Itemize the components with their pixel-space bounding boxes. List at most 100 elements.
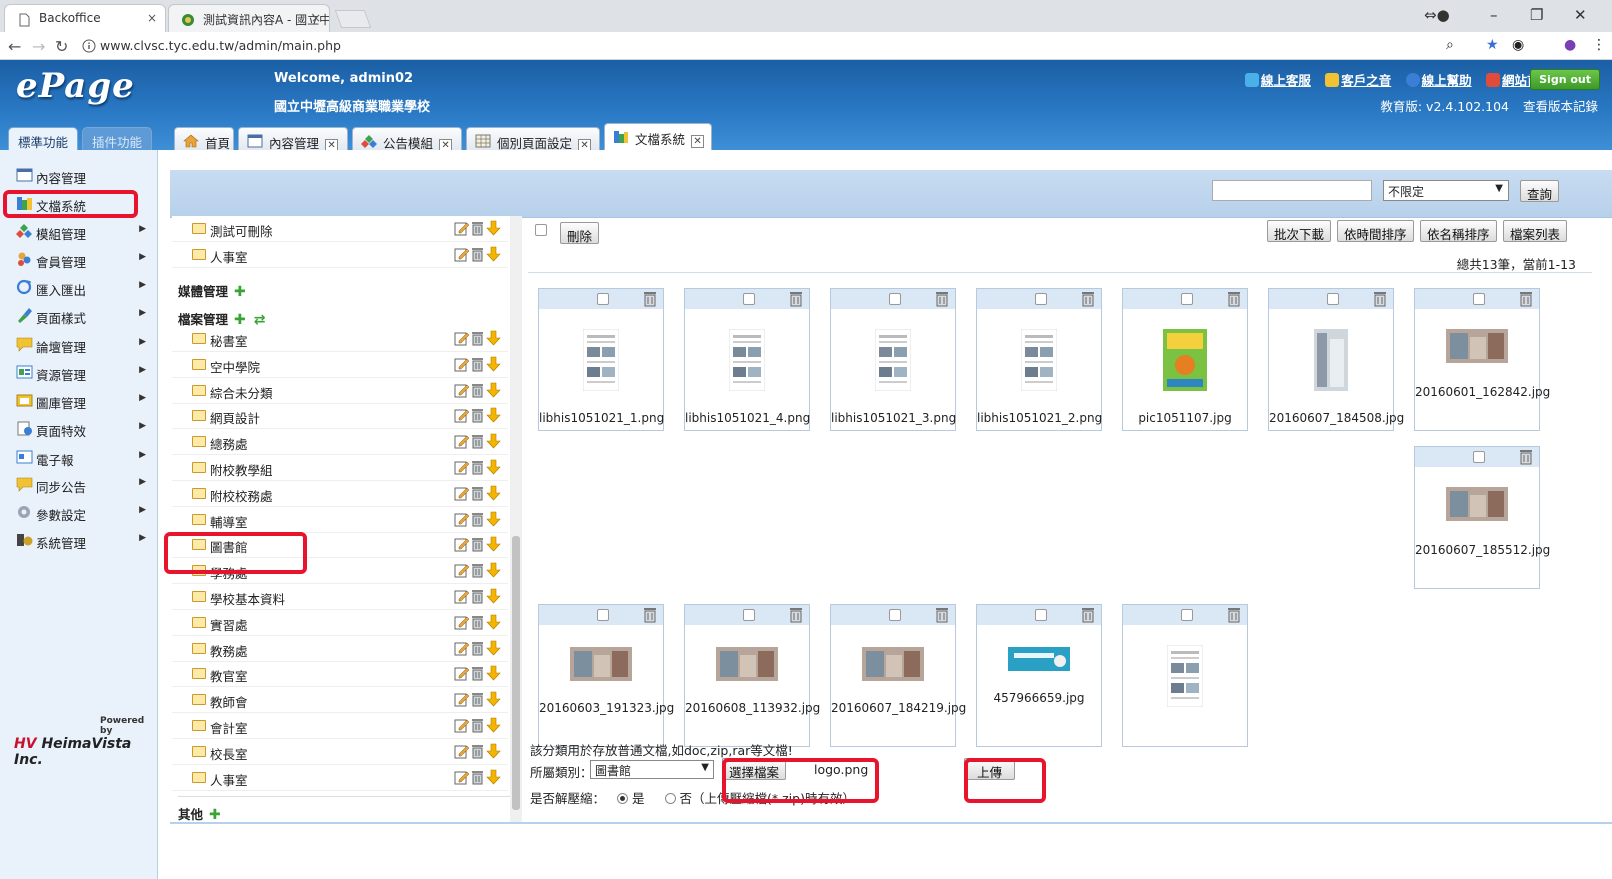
edit-icon[interactable] bbox=[454, 562, 469, 578]
move-down-icon[interactable] bbox=[486, 407, 501, 423]
file-card[interactable]: pic1051107.jpg bbox=[1122, 288, 1248, 431]
nav-item-page-effects[interactable]: 頁面特效 ▶ bbox=[16, 417, 154, 443]
trash-icon[interactable] bbox=[470, 562, 485, 578]
edit-icon[interactable] bbox=[454, 769, 469, 785]
trash-icon[interactable] bbox=[470, 511, 485, 527]
tab-plugin-functions[interactable]: 插件功能 bbox=[82, 127, 153, 151]
file-checkbox[interactable] bbox=[1473, 293, 1485, 305]
trash-icon[interactable] bbox=[470, 433, 485, 449]
upload-button[interactable]: 上傳 bbox=[964, 758, 1016, 780]
new-tab-button[interactable] bbox=[334, 10, 372, 28]
nav-item-member-management[interactable]: 會員管理 ▶ bbox=[16, 248, 154, 274]
file-card[interactable]: libhis1051021_2.png bbox=[976, 288, 1102, 431]
decompress-no-radio[interactable] bbox=[664, 793, 676, 804]
file-checkbox[interactable] bbox=[1473, 451, 1485, 463]
trash-icon[interactable] bbox=[470, 665, 485, 681]
version-log-link[interactable]: 查看版本記錄 bbox=[1523, 99, 1598, 114]
menu-icon[interactable]: ⋮ bbox=[1592, 37, 1606, 53]
file-checkbox[interactable] bbox=[1181, 609, 1193, 621]
folder-row[interactable]: 教務處 bbox=[172, 636, 508, 662]
folder-row[interactable]: 輔導室 bbox=[172, 507, 508, 533]
folder-row[interactable]: 圖書館 bbox=[172, 532, 508, 559]
edit-icon[interactable] bbox=[454, 382, 469, 398]
move-down-icon[interactable] bbox=[486, 743, 501, 759]
edit-icon[interactable] bbox=[454, 743, 469, 759]
file-checkbox[interactable] bbox=[597, 609, 609, 621]
trash-icon[interactable] bbox=[1373, 291, 1387, 307]
url-field[interactable]: www.clvsc.tyc.edu.tw/admin/main.php bbox=[100, 36, 1160, 56]
tree-scrollbar[interactable] bbox=[510, 216, 522, 822]
trash-icon[interactable] bbox=[643, 291, 657, 307]
close-tab-icon[interactable]: ✕ bbox=[691, 135, 705, 148]
move-down-icon[interactable] bbox=[486, 717, 501, 733]
folder-row[interactable]: 總務處 bbox=[172, 429, 508, 456]
edit-icon[interactable] bbox=[454, 356, 469, 372]
folder-row[interactable]: 校長室 bbox=[172, 739, 508, 765]
decompress-yes-radio[interactable] bbox=[617, 793, 628, 804]
folder-row[interactable]: 教師會 bbox=[172, 687, 508, 714]
nav-item-gallery-management[interactable]: 圖庫管理 ▶ bbox=[16, 389, 154, 415]
trash-icon[interactable] bbox=[470, 743, 485, 759]
trash-icon[interactable] bbox=[470, 588, 485, 604]
folder-row[interactable]: 實習處 bbox=[172, 610, 508, 636]
trash-icon[interactable] bbox=[1519, 291, 1533, 307]
file-checkbox[interactable] bbox=[743, 609, 755, 621]
folder-row[interactable]: 空中學院 bbox=[172, 352, 508, 378]
scrollbar-thumb[interactable] bbox=[512, 536, 520, 810]
move-down-icon[interactable] bbox=[486, 330, 501, 346]
trash-icon[interactable] bbox=[935, 291, 949, 307]
file-card[interactable]: 20160607_185512.jpg bbox=[1414, 446, 1550, 589]
batch-download-button[interactable]: 批次下載 bbox=[1267, 220, 1332, 242]
sort-by-name-button[interactable]: 依名稱排序 bbox=[1420, 220, 1497, 242]
nav-item-parameter-settings[interactable]: 參數設定 ▶ bbox=[16, 501, 154, 527]
bookmark-star-icon[interactable]: ★ bbox=[1486, 37, 1499, 53]
move-down-icon[interactable] bbox=[486, 511, 501, 527]
nav-item-module-management[interactable]: 模組管理 ▶ bbox=[16, 220, 154, 246]
edit-icon[interactable] bbox=[454, 246, 469, 262]
other-section-header[interactable]: 其他 ✚ bbox=[178, 796, 514, 822]
edit-icon[interactable] bbox=[454, 511, 469, 527]
edit-icon[interactable] bbox=[454, 588, 469, 604]
edit-icon[interactable] bbox=[454, 640, 469, 656]
edit-icon[interactable] bbox=[454, 220, 469, 236]
move-down-icon[interactable] bbox=[486, 536, 501, 552]
close-window-icon[interactable]: ✕ bbox=[1574, 6, 1587, 24]
file-checkbox[interactable] bbox=[889, 293, 901, 305]
move-down-icon[interactable] bbox=[486, 665, 501, 681]
trash-icon[interactable] bbox=[1519, 449, 1533, 465]
trash-icon[interactable] bbox=[470, 614, 485, 630]
file-checkbox[interactable] bbox=[889, 609, 901, 621]
file-checkbox[interactable] bbox=[743, 293, 755, 305]
online-support-link[interactable]: 線上客服 bbox=[1261, 73, 1311, 88]
reload-icon[interactable]: ↻ bbox=[55, 37, 68, 56]
delete-button[interactable]: 刪除 bbox=[560, 222, 600, 244]
move-down-icon[interactable] bbox=[486, 640, 501, 656]
edit-icon[interactable] bbox=[454, 433, 469, 449]
file-checkbox[interactable] bbox=[1035, 293, 1047, 305]
sort-by-time-button[interactable]: 依時間排序 bbox=[1337, 220, 1414, 242]
trash-icon[interactable] bbox=[470, 769, 485, 785]
file-card[interactable]: 20160603_191323.jpg bbox=[538, 604, 674, 747]
move-down-icon[interactable] bbox=[486, 485, 501, 501]
nav-item-page-style[interactable]: 頁面樣式 ▶ bbox=[16, 304, 154, 330]
choose-file-button[interactable]: 選擇檔案 bbox=[722, 758, 787, 780]
customer-voice-link[interactable]: 客戶之音 bbox=[1341, 73, 1391, 88]
file-checkbox[interactable] bbox=[1327, 293, 1339, 305]
trash-icon[interactable] bbox=[470, 691, 485, 707]
edit-icon[interactable] bbox=[454, 614, 469, 630]
trash-icon[interactable] bbox=[935, 607, 949, 623]
edit-icon[interactable] bbox=[454, 459, 469, 475]
folder-row[interactable]: 學務處 bbox=[172, 558, 508, 585]
edit-icon[interactable] bbox=[454, 691, 469, 707]
folder-row[interactable]: 學校基本資料 bbox=[172, 584, 508, 610]
nav-item-sync-announcement[interactable]: 同步公告 ▶ bbox=[16, 473, 154, 499]
file-card[interactable]: 457966659.jpg bbox=[976, 604, 1102, 747]
profile-icon[interactable]: ⇔● bbox=[1424, 6, 1450, 24]
nav-item-import-export[interactable]: 匯入匯出 ▶ bbox=[16, 276, 154, 302]
file-card[interactable]: libhis1051021_4.png bbox=[684, 288, 810, 431]
file-card[interactable]: 20160607_184508.jpg bbox=[1268, 288, 1404, 431]
move-down-icon[interactable] bbox=[486, 433, 501, 449]
nav-item-document-system[interactable]: 文檔系統 bbox=[16, 192, 154, 218]
trash-icon[interactable] bbox=[1227, 291, 1241, 307]
move-down-icon[interactable] bbox=[486, 220, 501, 236]
